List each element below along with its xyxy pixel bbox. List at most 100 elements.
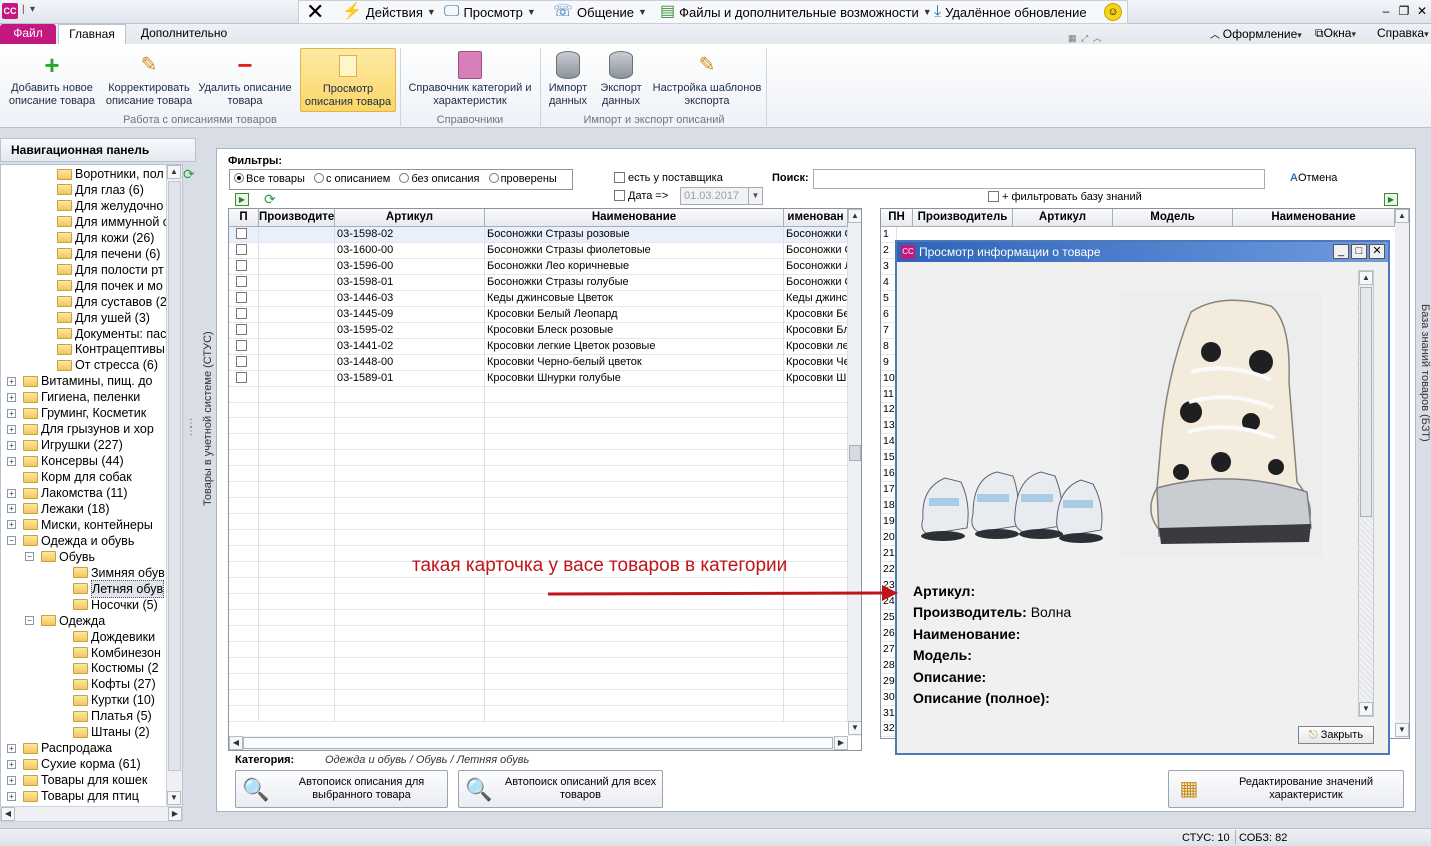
tree-item[interactable]: Куртки (10) — [73, 692, 155, 708]
checkbox-icon[interactable] — [236, 371, 247, 383]
column-header-article[interactable]: Артикул — [1013, 209, 1113, 227]
checkbox-cell[interactable] — [229, 514, 259, 531]
tree-item[interactable]: + Консервы (44) — [7, 453, 124, 469]
checkbox-icon[interactable] — [236, 307, 247, 319]
navigation-tree-scrollbar[interactable]: ▲ ▼ — [166, 165, 182, 807]
edit-characteristics-button[interactable]: ▦ Редактирование значений характеристик — [1168, 770, 1404, 808]
tree-item[interactable]: Для иммунной с — [57, 214, 169, 230]
column-header-article[interactable]: Артикул — [335, 209, 485, 227]
table-row[interactable] — [229, 609, 848, 626]
expand-icon[interactable]: + — [7, 408, 16, 418]
table-row[interactable]: 03-1448-00 Кросовки Черно-белый цветок Кро… — [229, 354, 848, 371]
filter-knowledge-base-checkbox[interactable]: + фильтровать базу знаний — [988, 191, 1142, 203]
tree-item[interactable]: Для почек и мо — [57, 278, 163, 294]
table-row[interactable]: 03-1589-01 Кросовки Шнурки голубые Кросовк… — [229, 370, 848, 387]
dialog-minimize-button[interactable]: _ — [1333, 244, 1349, 259]
radio-all-products[interactable]: Все товары — [234, 173, 305, 185]
tree-item[interactable]: + Товары для птиц — [7, 788, 139, 804]
checkbox-icon[interactable] — [236, 323, 247, 335]
table-row[interactable] — [229, 705, 848, 722]
date-field[interactable]: 01.03.2017 ▼ — [680, 187, 763, 205]
tree-item[interactable]: Корм для собак — [23, 469, 132, 485]
checkbox-cell[interactable] — [229, 402, 259, 419]
tree-item[interactable]: + Для грызунов и хор — [7, 421, 154, 437]
tree-item[interactable]: Комбинезон — [73, 645, 161, 661]
refresh-grid-icon[interactable]: ⟳ — [264, 191, 276, 208]
collapse-icon[interactable]: − — [25, 616, 34, 626]
grid-hscrollbar[interactable]: ◀ ▶ — [229, 736, 848, 750]
dialog-close-button[interactable]: ✕ — [1369, 244, 1385, 259]
expand-icon[interactable]: + — [7, 456, 16, 466]
tree-item[interactable]: + Груминг, Косметик — [7, 405, 146, 421]
tree-item[interactable]: От стресса (6) — [57, 357, 158, 373]
checkbox-icon[interactable] — [236, 275, 247, 287]
collapse-icon[interactable]: − — [7, 536, 16, 546]
tree-item[interactable]: Дождевики — [73, 629, 155, 645]
checkbox-cell[interactable] — [229, 577, 259, 594]
table-row[interactable]: 03-1598-01 Босоножки Стразы голубые Босоно… — [229, 274, 848, 291]
expand-icon[interactable]: + — [7, 520, 16, 530]
tree-item[interactable]: + Лежаки (18) — [7, 501, 109, 517]
tree-item[interactable]: − Одежда и обувь — [7, 533, 134, 549]
dialog-close-text-button[interactable]: ⎋ Закрыть — [1298, 726, 1374, 744]
table-row[interactable] — [229, 450, 848, 467]
table-row[interactable] — [229, 402, 848, 419]
expand-icon[interactable]: + — [7, 743, 16, 753]
checkbox-cell[interactable] — [229, 657, 259, 674]
app-icon[interactable]: CC — [2, 3, 18, 19]
table-row[interactable] — [229, 498, 848, 515]
checkbox-cell[interactable] — [229, 625, 259, 642]
column-header-manufacturer[interactable]: Производитель — [913, 209, 1013, 227]
radio-checked[interactable]: проверены — [488, 173, 557, 185]
scroll-up-icon[interactable]: ▲ — [1359, 271, 1373, 285]
checkbox-cell[interactable] — [229, 466, 259, 483]
checkbox-cell[interactable] — [229, 530, 259, 547]
scroll-down-icon[interactable]: ▼ — [1359, 702, 1373, 716]
checkbox-cell[interactable] — [229, 482, 259, 499]
checkbox-cell[interactable] — [229, 561, 259, 578]
tree-item[interactable]: + Миски, контейнеры — [7, 517, 153, 533]
checkbox-cell[interactable] — [229, 227, 259, 243]
grid-vscrollbar[interactable]: ▲ ▼ — [848, 209, 861, 736]
expand-icon[interactable]: + — [7, 504, 16, 514]
column-header-pn[interactable]: ПН — [881, 209, 913, 227]
panel-splitter-handle[interactable]: ⋮ ⋮ — [186, 419, 196, 466]
tree-item[interactable]: + Лакомства (11) — [7, 485, 128, 501]
checkbox-cell[interactable] — [229, 609, 259, 626]
table-row[interactable] — [229, 689, 848, 706]
expand-icon[interactable]: + — [7, 440, 16, 450]
checkbox-cell[interactable] — [229, 258, 259, 275]
table-row[interactable] — [229, 641, 848, 658]
tree-item[interactable]: Для суставов (2 — [57, 294, 167, 310]
column-header-name[interactable]: Наименование — [485, 209, 784, 227]
smiley-icon[interactable]: ☺ — [1104, 3, 1122, 21]
scroll-down-icon[interactable]: ▼ — [167, 791, 181, 805]
checkbox-icon[interactable] — [236, 291, 247, 303]
navigation-tree-hscrollbar[interactable]: ◀ ▶ — [0, 806, 183, 822]
help-menu[interactable]: Справка▾ — [1377, 26, 1429, 40]
table-row[interactable]: 03-1595-02 Кросовки Блеск розовые Кросовки… — [229, 322, 848, 339]
checkbox-cell[interactable] — [229, 322, 259, 339]
dialog-scrollbar[interactable]: ▲ ▼ — [1358, 270, 1374, 717]
table-row[interactable] — [229, 625, 848, 642]
table-row[interactable]: 03-1445-09 Кросовки Белый Леопард Кросовки… — [229, 306, 848, 323]
checkbox-cell[interactable] — [229, 434, 259, 451]
checkbox-cell[interactable] — [229, 546, 259, 562]
close-button[interactable]: ✕ — [306, 1, 324, 23]
tree-item[interactable]: Костюмы (2 — [73, 660, 159, 676]
table-row[interactable] — [229, 482, 848, 499]
tree-item[interactable]: + Гигиена, пеленки — [7, 389, 140, 405]
dropdown-arrow-icon[interactable]: ▼ — [748, 188, 762, 204]
tree-item[interactable]: Документы: пас — [57, 326, 166, 342]
expand-icon[interactable]: + — [7, 488, 16, 498]
tree-item[interactable]: Кофты (27) — [73, 676, 156, 692]
files-menu[interactable]: ▤ Файлы и дополнительные возможности ▼ — [660, 2, 932, 22]
table-row[interactable] — [229, 466, 848, 483]
table-row[interactable]: 03-1441-02 Кросовки легкие Цветок розовые… — [229, 338, 848, 355]
restore-window-button[interactable]: ❐ — [1394, 3, 1414, 19]
table-row[interactable] — [229, 514, 848, 531]
ribbon-layout-icons[interactable]: ▦ ⤢ ︿ — [1068, 31, 1118, 45]
table-row[interactable] — [229, 386, 848, 403]
expand-icon[interactable]: + — [7, 376, 16, 386]
checkbox-cell[interactable] — [229, 242, 259, 259]
